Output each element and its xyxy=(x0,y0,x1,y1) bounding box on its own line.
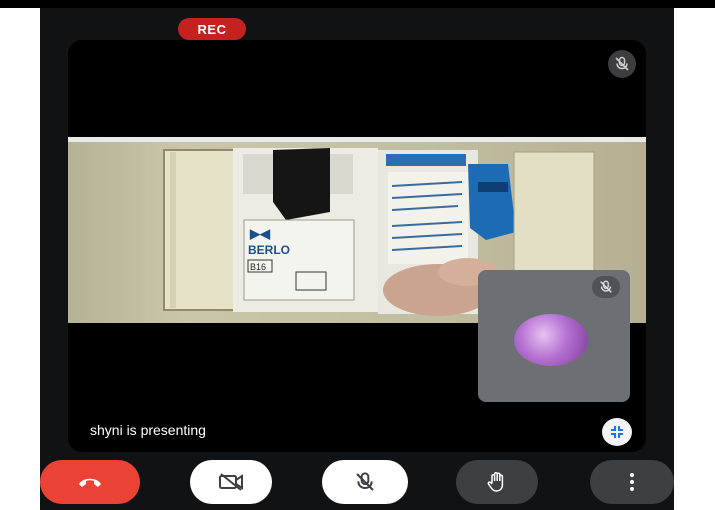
presenter-mic-off-icon xyxy=(608,50,636,78)
phone-hangup-icon xyxy=(79,478,101,487)
microphone-toggle-button[interactable] xyxy=(322,460,408,504)
mic-off-icon xyxy=(356,472,374,491)
camera-toggle-button[interactable] xyxy=(190,460,272,504)
camera-off-icon xyxy=(219,473,243,491)
top-status-bar xyxy=(0,0,715,8)
more-vert-icon xyxy=(630,473,634,491)
end-call-button[interactable] xyxy=(40,460,140,504)
svg-text:▶◀: ▶◀ xyxy=(249,226,271,241)
raise-hand-icon xyxy=(487,472,504,492)
meeting-window: REC ▶◀ BERLO B16 shyni is presenting xyxy=(40,8,674,510)
presenting-status: shyni is presenting xyxy=(90,422,206,438)
call-controls-bar xyxy=(40,454,674,510)
more-options-button[interactable] xyxy=(590,460,674,504)
recording-badge: REC xyxy=(178,18,246,40)
self-view-tile[interactable] xyxy=(478,270,630,402)
presentation-stage[interactable]: ▶◀ BERLO B16 shyni is presenting xyxy=(68,40,646,452)
exit-fullscreen-icon[interactable] xyxy=(602,418,632,446)
raise-hand-button[interactable] xyxy=(456,460,538,504)
breaker-brand-text: BERLO xyxy=(248,243,290,257)
breaker-rating-text: B16 xyxy=(250,262,266,272)
self-avatar xyxy=(514,314,588,366)
self-mic-off-icon xyxy=(592,276,620,298)
